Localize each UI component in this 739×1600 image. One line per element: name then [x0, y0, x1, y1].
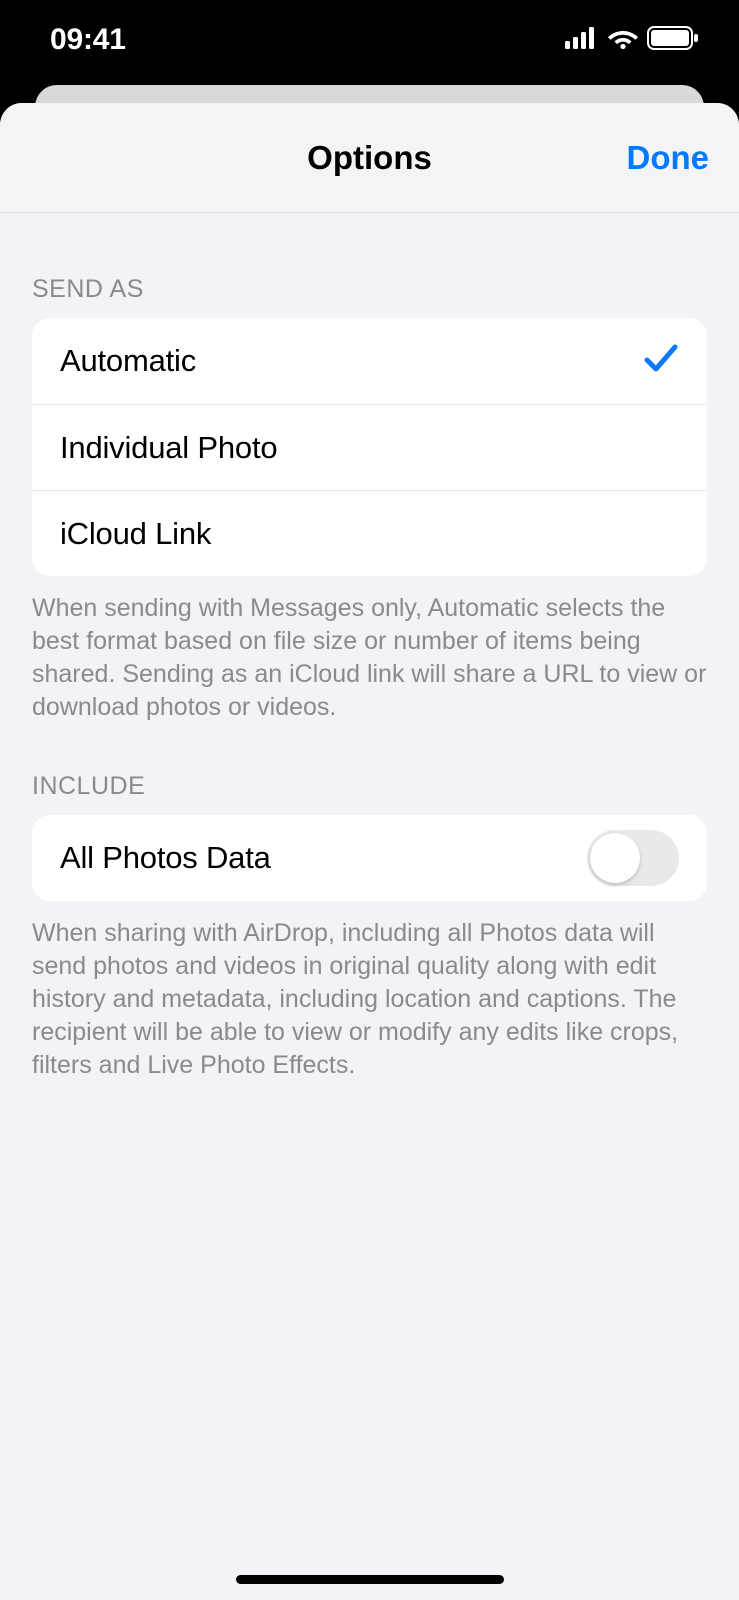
wifi-icon [607, 27, 639, 54]
section-header-include: INCLUDE [0, 772, 739, 801]
option-icloud-link[interactable]: iCloud Link [32, 490, 707, 576]
option-individual-photo[interactable]: Individual Photo [32, 404, 707, 490]
option-label: iCloud Link [60, 516, 211, 552]
battery-icon [647, 26, 699, 55]
sheet-header: Options Done [0, 103, 739, 213]
option-label: Individual Photo [60, 430, 277, 466]
page-title: Options [307, 139, 432, 177]
toggle-all-photos-data[interactable]: All Photos Data [32, 815, 707, 901]
status-time: 09:41 [50, 23, 126, 57]
status-indicators [565, 26, 699, 55]
section-footer-include: When sharing with AirDrop, including all… [0, 901, 739, 1082]
section-footer-send-as: When sending with Messages only, Automat… [0, 576, 739, 724]
checkmark-icon [643, 341, 679, 382]
option-automatic[interactable]: Automatic [32, 318, 707, 404]
status-bar: 09:41 [0, 0, 739, 80]
toggle-label: All Photos Data [60, 840, 271, 876]
option-label: Automatic [60, 343, 196, 379]
home-indicator[interactable] [236, 1575, 504, 1584]
options-sheet: Options Done SEND AS Automatic Individua… [0, 103, 739, 1600]
toggle-switch[interactable] [587, 830, 679, 886]
section-header-send-as: SEND AS [0, 275, 739, 304]
device-frame: 09:41 [0, 0, 739, 1600]
toggle-thumb [590, 833, 640, 883]
list-group-include: All Photos Data [32, 815, 707, 901]
cellular-icon [565, 27, 599, 54]
done-button[interactable]: Done [627, 139, 710, 177]
list-group-send-as: Automatic Individual Photo iCloud Link [32, 318, 707, 576]
sheet-body: SEND AS Automatic Individual Photo iClou… [0, 213, 739, 1600]
